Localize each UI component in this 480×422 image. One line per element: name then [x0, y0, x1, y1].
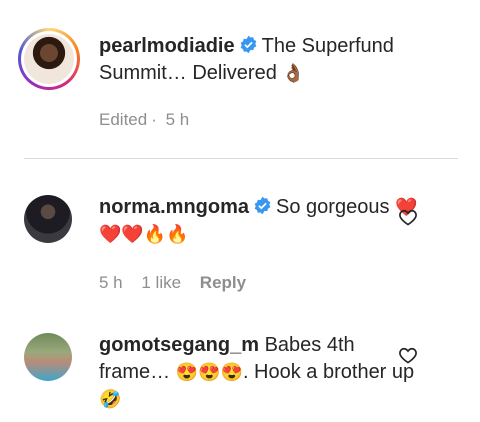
- like-heart-icon[interactable]: [398, 207, 418, 227]
- comment-text-block: gomotsegang_m Babes 4th frame… 😍😍😍. Hook…: [99, 332, 429, 413]
- avatar-gomotsegang-m[interactable]: [24, 333, 72, 381]
- comment-username[interactable]: gomotsegang_m: [99, 334, 259, 356]
- comment-emoji: 😍😍😍: [175, 362, 243, 382]
- comment-emoji-laugh: 🤣: [99, 389, 122, 409]
- comment-likes[interactable]: 1 like: [141, 273, 181, 292]
- caption-emoji: 👌🏾: [282, 63, 305, 83]
- avatar-norma-mngoma[interactable]: [24, 195, 72, 243]
- comment-text-block: norma.mngoma So gorgeous ❤️❤️❤️🔥🔥: [99, 194, 429, 248]
- divider: [24, 158, 458, 159]
- caption-time: 5 h: [165, 110, 190, 129]
- comment-text-continued: . Hook a brother up: [242, 361, 415, 383]
- caption-meta: Edited · 5 h: [99, 110, 190, 129]
- caption-text-block: pearlmodiadie The Superfund Summit… Deliv…: [99, 33, 429, 87]
- comment-time: 5 h: [99, 273, 123, 292]
- comment-meta: 5 h 1 like Reply: [99, 273, 260, 293]
- avatar-pearlmodiadie[interactable]: [18, 28, 80, 90]
- caption-username[interactable]: pearlmodiadie: [99, 35, 235, 57]
- comment-username[interactable]: norma.mngoma: [99, 196, 249, 218]
- comment-text: So gorgeous: [276, 196, 390, 218]
- edited-label: Edited: [99, 110, 148, 129]
- reply-button[interactable]: Reply: [200, 273, 246, 292]
- verified-badge-icon: [240, 35, 256, 54]
- like-heart-icon[interactable]: [398, 345, 418, 365]
- verified-badge-icon: [254, 196, 271, 215]
